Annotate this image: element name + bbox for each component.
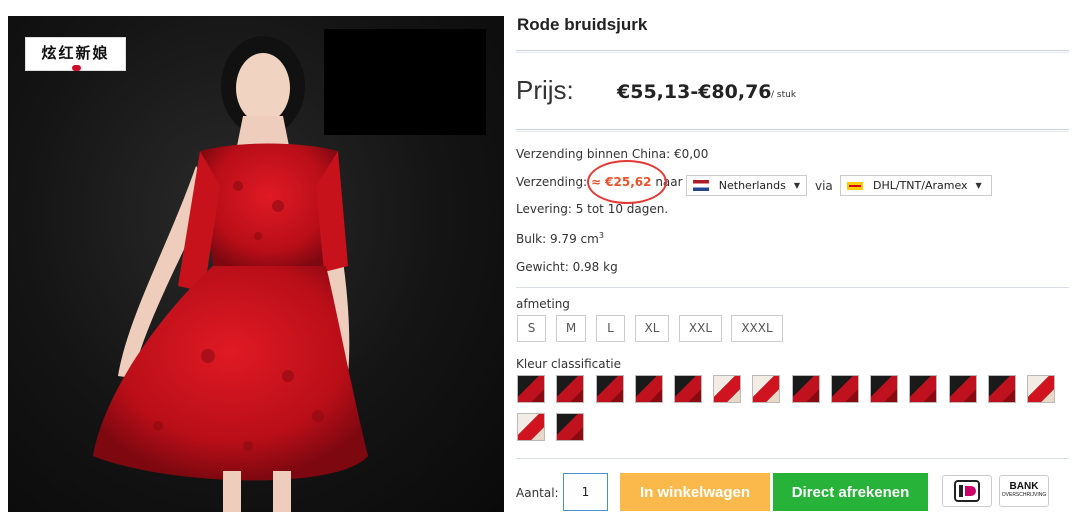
price-range: €55,13-€80,76 <box>617 81 772 103</box>
chevron-down-icon: ▼ <box>975 181 982 190</box>
color-swatch[interactable] <box>752 375 780 403</box>
color-swatch[interactable] <box>635 375 663 403</box>
add-to-cart-button[interactable]: In winkelwagen <box>620 473 770 511</box>
domestic-shipping: Verzending binnen China: €0,00 <box>516 147 709 161</box>
brand-logo-text: 炫红新娘 <box>41 44 110 62</box>
color-swatch[interactable] <box>517 413 545 441</box>
highlight-circle <box>587 160 667 204</box>
bank-transfer-payment[interactable]: BANK OVERSCHRIJVING <box>999 475 1049 507</box>
size-option-s[interactable]: S <box>517 315 546 342</box>
size-option-xxl[interactable]: XXL <box>679 315 722 342</box>
quantity-label: Aantal: <box>516 486 559 500</box>
size-label: afmeting <box>516 297 570 311</box>
divider <box>516 287 1069 288</box>
size-option-xl[interactable]: XL <box>635 315 669 342</box>
color-swatch[interactable] <box>674 375 702 403</box>
delivery-time: Levering: 5 tot 10 dagen. <box>516 202 669 216</box>
brand-logo: 炫红新娘 <box>25 37 126 71</box>
color-swatch[interactable] <box>831 375 859 403</box>
color-swatch[interactable] <box>556 413 584 441</box>
chevron-down-icon: ▼ <box>793 181 800 190</box>
country-select[interactable]: Netherlands ▼ <box>686 175 807 196</box>
color-swatch[interactable] <box>792 375 820 403</box>
product-image[interactable]: 炫红新娘 <box>8 16 504 512</box>
color-swatch[interactable] <box>713 375 741 403</box>
country-value: Netherlands <box>718 179 786 192</box>
color-swatch[interactable] <box>988 375 1016 403</box>
product-title: Rode bruidsjurk <box>517 15 648 34</box>
dhl-icon <box>847 181 863 190</box>
color-swatch[interactable] <box>870 375 898 403</box>
carrier-select[interactable]: DHL/TNT/Aramex ▼ <box>840 175 992 196</box>
weight: Gewicht: 0.98 kg <box>516 260 618 274</box>
bank-transfer-icon: BANK OVERSCHRIJVING <box>1002 482 1046 500</box>
price-unit: / stuk <box>771 90 797 100</box>
ideal-icon <box>954 480 980 502</box>
nl-flag-icon <box>693 180 709 191</box>
color-swatch[interactable] <box>949 375 977 403</box>
color-swatch[interactable] <box>1027 375 1055 403</box>
color-swatch[interactable] <box>909 375 937 403</box>
divider <box>516 50 1069 51</box>
size-option-l[interactable]: L <box>596 315 625 342</box>
brand-seal-icon <box>72 65 81 71</box>
color-swatch[interactable] <box>556 375 584 403</box>
color-swatch[interactable] <box>596 375 624 403</box>
bulk-volume: Bulk: 9.79 cm3 <box>516 231 604 246</box>
checkout-button[interactable]: Direct afrekenen <box>773 473 928 511</box>
ideal-payment[interactable] <box>942 475 992 507</box>
size-option-m[interactable]: M <box>556 315 586 342</box>
bulk-exponent: 3 <box>598 231 604 240</box>
redacted-area <box>324 29 486 135</box>
quantity-input[interactable] <box>563 473 608 511</box>
divider <box>516 458 1069 459</box>
bulk-text: Bulk: 9.79 cm <box>516 232 599 246</box>
size-option-xxxl[interactable]: XXXL <box>731 315 783 342</box>
bank-subtext: OVERSCHRIJVING <box>1001 492 1047 498</box>
carrier-value: DHL/TNT/Aramex <box>873 179 968 192</box>
color-label: Kleur classificatie <box>516 357 621 371</box>
divider <box>516 129 1069 130</box>
color-swatch[interactable] <box>517 375 545 403</box>
shipping-label: Verzending: <box>516 175 588 189</box>
via-label: via <box>815 179 833 193</box>
price-label: Prijs: <box>516 75 574 105</box>
